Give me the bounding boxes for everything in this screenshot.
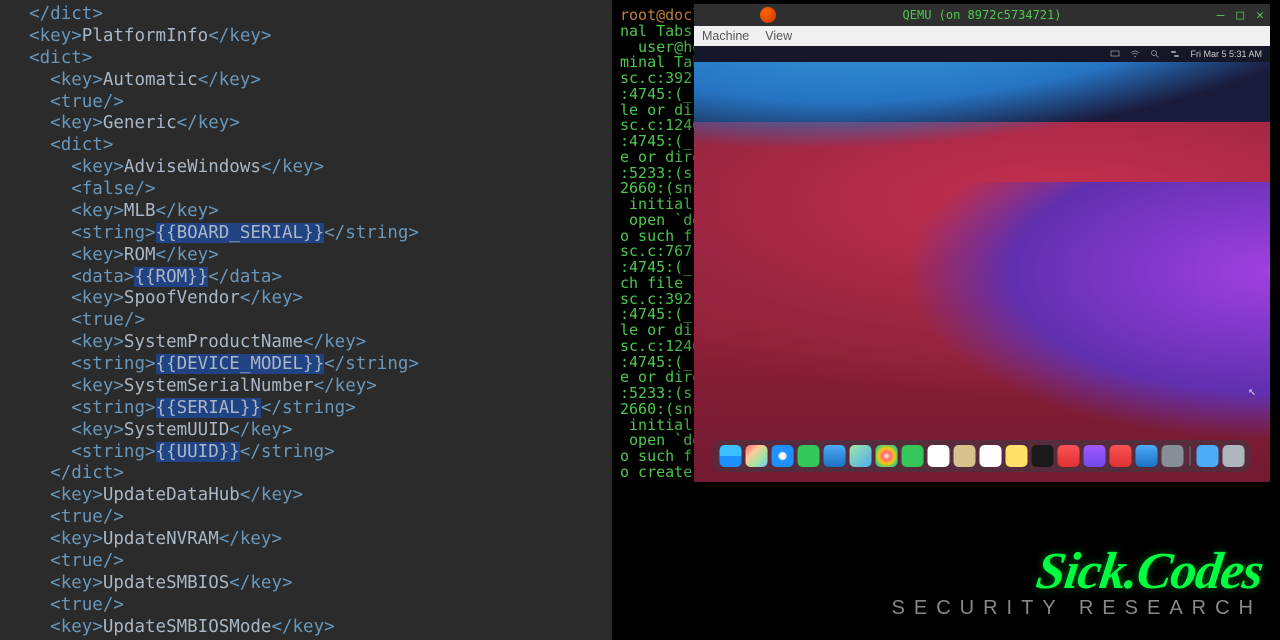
- code-editor-pane: </dict> <key>PlatformInfo</key> <dict> <…: [0, 0, 612, 640]
- code-line: <true/>: [8, 92, 612, 114]
- settings-icon[interactable]: [1162, 445, 1184, 467]
- code-line: <string>{{DEVICE_MODEL}}</string>: [8, 354, 612, 376]
- macos-dock[interactable]: [714, 440, 1251, 472]
- code-line: <key>ROM</key>: [8, 245, 612, 267]
- mail-icon[interactable]: [824, 445, 846, 467]
- finder-icon[interactable]: [720, 445, 742, 467]
- trash-icon[interactable]: [1223, 445, 1245, 467]
- appstore-icon[interactable]: [1136, 445, 1158, 467]
- code-line: <key>SystemSerialNumber</key>: [8, 376, 612, 398]
- downloads-icon[interactable]: [1197, 445, 1219, 467]
- podcasts-icon[interactable]: [1084, 445, 1106, 467]
- dock-separator: [1190, 446, 1191, 466]
- code-line: <key>SystemProductName</key>: [8, 332, 612, 354]
- code-line: </dict>: [8, 463, 612, 485]
- news-icon[interactable]: [1110, 445, 1132, 467]
- qemu-logo-icon: [760, 7, 776, 23]
- code-line: <string>{{BOARD_SERIAL}}</string>: [8, 223, 612, 245]
- code-line: <true/>: [8, 310, 612, 332]
- close-button[interactable]: ✕: [1256, 8, 1264, 23]
- code-line: <dict>: [8, 135, 612, 157]
- macos-menubar[interactable]: Fri Mar 5 5:31 AM: [694, 46, 1270, 62]
- tv-icon[interactable]: [1032, 445, 1054, 467]
- code-line: <true/>: [8, 551, 612, 573]
- code-line: <key>MLB</key>: [8, 201, 612, 223]
- minimize-button[interactable]: —: [1217, 8, 1225, 23]
- maps-icon[interactable]: [850, 445, 872, 467]
- code-line: <dict>: [8, 48, 612, 70]
- qemu-menubar[interactable]: Machine View: [694, 26, 1270, 46]
- qemu-window-title: QEMU (on 8972c5734721): [903, 8, 1062, 22]
- qemu-window[interactable]: QEMU (on 8972c5734721) — □ ✕ Machine Vie…: [694, 4, 1270, 482]
- brand-name: Sick.Codes: [1032, 542, 1266, 601]
- messages-icon[interactable]: [798, 445, 820, 467]
- menu-view[interactable]: View: [765, 29, 792, 43]
- maximize-button[interactable]: □: [1236, 8, 1244, 23]
- code-line: <key>UpdateSMBIOS</key>: [8, 573, 612, 595]
- contacts-icon[interactable]: [954, 445, 976, 467]
- code-line: <true/>: [8, 507, 612, 529]
- search-icon[interactable]: [1150, 49, 1160, 59]
- code-line: <key>AdviseWindows</key>: [8, 157, 612, 179]
- code-line: <string>{{SERIAL}}</string>: [8, 398, 612, 420]
- music-icon[interactable]: [1058, 445, 1080, 467]
- reminders-icon[interactable]: [980, 445, 1002, 467]
- macos-wallpaper: [694, 62, 1270, 482]
- code-line: </dict>: [8, 4, 612, 26]
- mouse-cursor-icon: ↖: [1248, 384, 1256, 399]
- menubar-clock[interactable]: Fri Mar 5 5:31 AM: [1190, 49, 1262, 59]
- calendar-icon[interactable]: [928, 445, 950, 467]
- code-line: <key>PlatformInfo</key>: [8, 26, 612, 48]
- code-line: <key>SystemUUID</key>: [8, 420, 612, 442]
- launchpad-icon[interactable]: [746, 445, 768, 467]
- safari-icon[interactable]: [772, 445, 794, 467]
- terminal-desktop-pane: root@docl nal Tabs He user@hostnaminal T…: [612, 0, 1280, 640]
- macos-guest-screen[interactable]: Fri Mar 5 5:31 AM ↖: [694, 46, 1270, 482]
- code-line: <true/>: [8, 595, 612, 617]
- qemu-titlebar[interactable]: QEMU (on 8972c5734721) — □ ✕: [694, 4, 1270, 26]
- brand-watermark: Sick.Codes SECURITY RESEARCH: [892, 542, 1262, 620]
- control-center-icon[interactable]: [1170, 49, 1180, 59]
- code-line: <key>Automatic</key>: [8, 70, 612, 92]
- code-line: <data>{{ROM}}</data>: [8, 267, 612, 289]
- code-line: <key>UpdateDataHub</key>: [8, 485, 612, 507]
- code-line: <string>{{UUID}}</string>: [8, 442, 612, 464]
- wifi-icon: [1130, 49, 1140, 59]
- code-line: <key>Generic</key>: [8, 113, 612, 135]
- code-line: <key>UpdateNVRAM</key>: [8, 529, 612, 551]
- code-line: <key>UpdateSMBIOSMode</key>: [8, 617, 612, 639]
- menu-machine[interactable]: Machine: [702, 29, 749, 43]
- photos-icon[interactable]: [876, 445, 898, 467]
- code-line: <false/>: [8, 179, 612, 201]
- display-icon: [1110, 49, 1120, 59]
- code-line: <key>SpoofVendor</key>: [8, 288, 612, 310]
- notes-icon[interactable]: [1006, 445, 1028, 467]
- facetime-icon[interactable]: [902, 445, 924, 467]
